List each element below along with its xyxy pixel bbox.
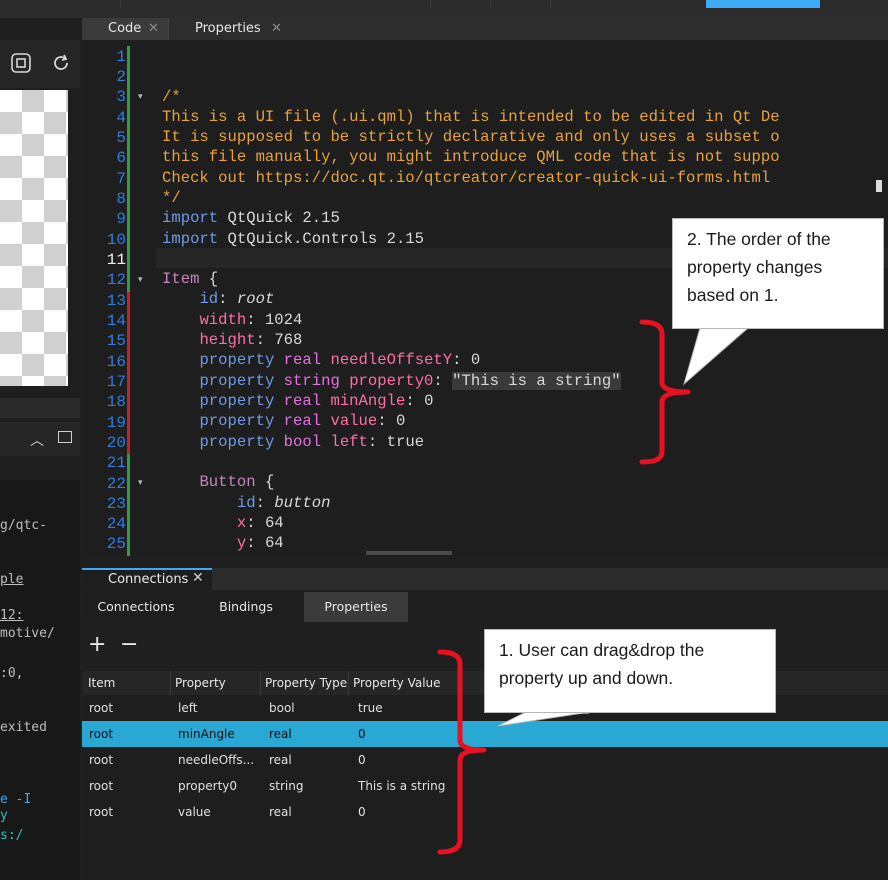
annotation-callout-bottom: 1. User can drag&drop the property up an… <box>484 629 776 713</box>
annotation-callout-top: 2. The order of the property changes bas… <box>672 218 884 329</box>
annotation-overlay <box>437 319 750 855</box>
callout-tail-top <box>683 326 750 386</box>
red-bracket-editor <box>639 319 691 465</box>
callout-tail-bottom <box>497 710 591 727</box>
red-bracket-table <box>437 649 487 855</box>
